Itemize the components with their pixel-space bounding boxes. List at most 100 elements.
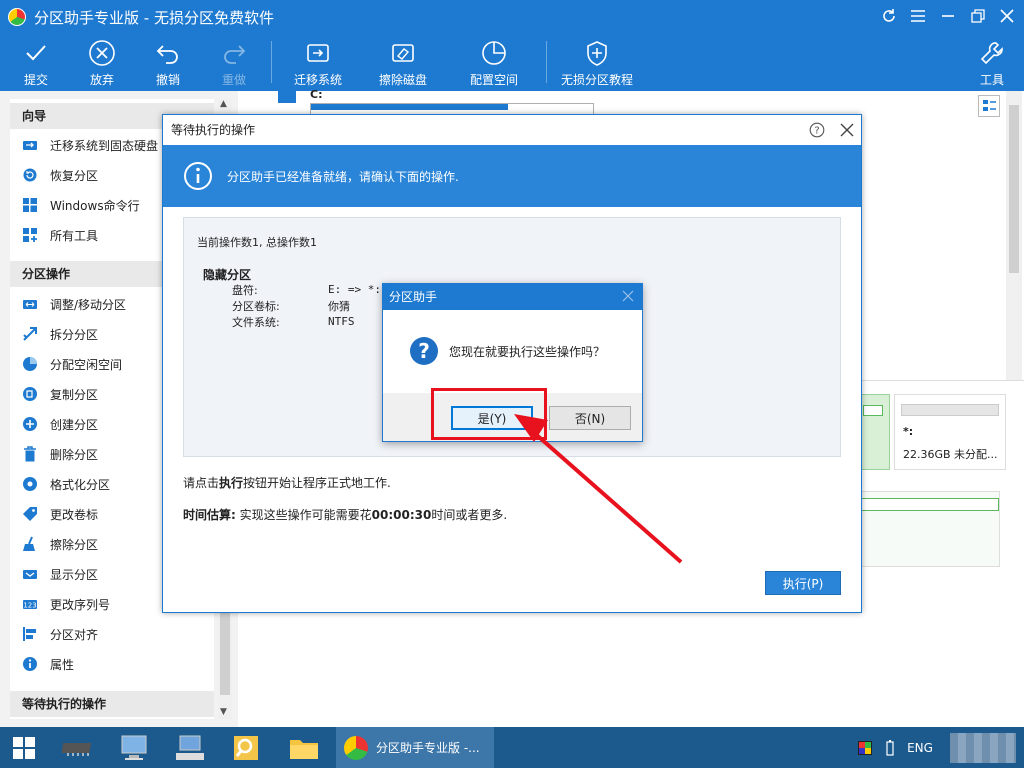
tutorial-button[interactable]: 无损分区教程: [558, 33, 636, 91]
grid-plus-icon: [22, 227, 38, 243]
undo-icon: [156, 45, 178, 64]
minimize-button[interactable]: [935, 4, 961, 28]
pie-chart-icon: [22, 356, 38, 372]
unallocated-block[interactable]: *: 22.36GB 未分配...: [894, 394, 1006, 470]
no-button[interactable]: 否(N): [549, 406, 631, 430]
redo-icon: [224, 45, 246, 64]
tools-label: 工具: [979, 73, 1004, 87]
copy-pie-icon: [22, 386, 38, 402]
sidebar-item-resize-partition[interactable]: 调整/移动分区: [22, 292, 126, 316]
sidebar-item-label: 删除分区: [50, 447, 99, 462]
sidebar-item-migrate-ssd[interactable]: 迁移系统到固态硬盘: [22, 133, 158, 157]
sidebar-item-copy-partition[interactable]: 复制分区: [22, 382, 98, 406]
sidebar-item-create-partition[interactable]: 创建分区: [22, 412, 98, 436]
sidebar-item-format-partition[interactable]: 格式化分区: [22, 472, 110, 496]
sidebar-item-delete-partition[interactable]: 删除分区: [22, 442, 98, 466]
confirm-close-button[interactable]: [621, 289, 635, 303]
help-icon[interactable]: ?: [809, 122, 825, 138]
commit-button[interactable]: 提交: [14, 33, 58, 91]
input-language[interactable]: ENG: [902, 727, 938, 768]
checkmark-icon: [26, 45, 46, 61]
partition-block[interactable]: [860, 394, 890, 470]
shield-icon: [587, 41, 607, 66]
wrench-icon: [980, 42, 1003, 65]
main-scrollbar[interactable]: [1006, 91, 1022, 381]
tools-button[interactable]: 工具: [972, 33, 1012, 91]
operation-name: 隐藏分区: [203, 268, 252, 282]
taskbar-app-explorer[interactable]: [282, 727, 326, 768]
discard-button[interactable]: 放弃: [80, 33, 124, 91]
taskbar-app-partition-assistant[interactable]: 分区助手专业版 -...: [336, 727, 494, 768]
computer-icon: [121, 735, 147, 760]
restore-button[interactable]: [965, 4, 991, 28]
view-toggle-icon[interactable]: [978, 95, 1000, 117]
disk-icon: [278, 91, 296, 103]
execute-hint: 请点击执行按钮开始让程序正式地工作.: [183, 474, 391, 491]
highlight-box: [431, 388, 547, 440]
start-button[interactable]: [4, 727, 44, 768]
operation-field-key: 盘符:: [232, 284, 258, 297]
sidebar-item-wipe-partition[interactable]: 擦除分区: [22, 532, 98, 556]
windows-logo-icon: [22, 197, 38, 213]
redo-button[interactable]: 重做: [212, 33, 256, 91]
sidebar-item-split-partition[interactable]: 拆分分区: [22, 322, 98, 346]
operation-field-value: NTFS: [328, 315, 355, 328]
taskbar-app-search[interactable]: [224, 727, 268, 768]
sidebar-header-pending[interactable]: 等待执行的操作: [10, 691, 214, 717]
sidebar-item-change-label[interactable]: 更改卷标: [22, 502, 98, 526]
app-logo-icon: [344, 735, 368, 760]
sidebar-item-windows-cmd[interactable]: Windows命令行: [22, 193, 140, 217]
broom-icon: [22, 536, 38, 552]
taskbar-app-memory[interactable]: [56, 727, 100, 768]
sidebar-item-all-tools[interactable]: 所有工具: [22, 223, 98, 247]
sidebar-item-label: 擦除分区: [50, 537, 99, 552]
show-disk-icon: [22, 566, 38, 582]
redo-label: 重做: [221, 73, 246, 87]
taskbar: 分区助手专业版 -... ENG: [0, 727, 1024, 768]
sidebar-item-label: 调整/移动分区: [50, 297, 127, 312]
eraser-disk-icon: [392, 44, 414, 62]
folder-icon: [290, 739, 318, 759]
hint-prefix: 请点击: [183, 476, 220, 490]
magnifier-icon: [234, 735, 258, 760]
tray-battery-icon[interactable]: [878, 727, 902, 768]
disk-row-2[interactable]: [860, 491, 1000, 567]
question-icon: ?: [409, 336, 439, 366]
dialog-title: 等待执行的操作: [163, 115, 861, 145]
estimate-prefix: 实现这些操作可能需要花: [235, 508, 372, 522]
allocate-space-label: 配置空间: [469, 73, 518, 87]
windows-logo-icon: [13, 736, 35, 759]
sidebar-item-label: 更改序列号: [50, 597, 111, 612]
dialog-close-button[interactable]: [839, 122, 855, 138]
wipe-disk-button[interactable]: 擦除磁盘: [374, 33, 432, 91]
sidebar-item-label: 复制分区: [50, 387, 99, 402]
undo-button[interactable]: 撤销: [146, 33, 190, 91]
sidebar-item-recover-partition[interactable]: 恢复分区: [22, 163, 98, 187]
close-window-button[interactable]: [994, 4, 1020, 28]
app-logo-icon: [8, 8, 26, 26]
sidebar-item-change-serial[interactable]: 123 更改序列号: [22, 592, 110, 616]
migrate-os-button[interactable]: 迁移系统: [289, 33, 347, 91]
sidebar-item-properties[interactable]: 属性: [22, 652, 74, 676]
operation-field-key: 文件系统:: [232, 316, 280, 329]
menu-icon[interactable]: [905, 4, 931, 28]
tray-color-icon[interactable]: [852, 727, 878, 768]
migrate-disk-icon: [307, 44, 329, 62]
taskbar-app-computer[interactable]: [112, 727, 156, 768]
scroll-down-icon[interactable]: ▼: [220, 707, 227, 717]
serial-number-icon: 123: [22, 596, 38, 612]
sidebar-item-align-partition[interactable]: 分区对齐: [22, 622, 98, 646]
taskbar-app-keyboard[interactable]: [168, 727, 212, 768]
split-icon: [22, 326, 38, 342]
main-scroll-thumb[interactable]: [1009, 105, 1019, 273]
allocate-space-button[interactable]: 配置空间: [465, 33, 523, 91]
refresh-icon[interactable]: [876, 4, 902, 28]
sidebar-item-allocate-free-space[interactable]: 分配空闲空间: [22, 352, 122, 376]
scroll-up-icon[interactable]: ▲: [220, 99, 227, 109]
toolbar: 提交 放弃 撤销 重做 迁移系统 擦除磁盘 配置空间 无损分区教程 工具: [0, 33, 1024, 91]
cancel-circle-icon: [89, 40, 115, 66]
sidebar-item-show-partition[interactable]: 显示分区: [22, 562, 98, 586]
execute-button[interactable]: 执行(P): [765, 571, 841, 595]
tray-clock[interactable]: [946, 727, 1020, 768]
sidebar-item-label: 恢复分区: [50, 168, 99, 183]
